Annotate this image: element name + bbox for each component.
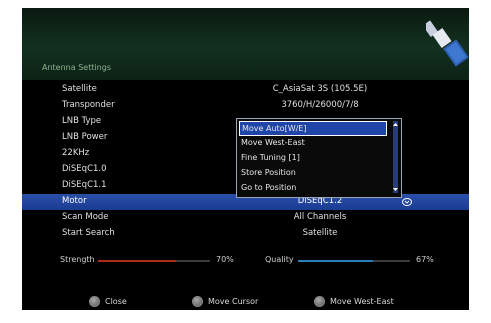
dropdown-arrow-icon[interactable] (402, 197, 412, 207)
page-title: Antenna Settings (42, 63, 111, 72)
row-value: All Channels (293, 212, 347, 222)
satellite-icon (426, 20, 469, 67)
scroll-up-icon[interactable] (392, 121, 399, 128)
row-scan-mode[interactable]: Scan Mode All Channels (22, 210, 469, 226)
close-hint[interactable]: Close (89, 296, 127, 307)
option-go-to-position[interactable]: Go to Position (239, 181, 385, 195)
row-value: Satellite (302, 228, 338, 238)
quality-percent: 67% (416, 255, 434, 264)
row-label: Scan Mode (62, 212, 109, 222)
exit-button-icon (89, 296, 100, 307)
row-satellite[interactable]: Satellite C_AsiaSat 3S (105.5E) (22, 82, 469, 98)
arrow-button-icon (314, 296, 325, 307)
option-store-position[interactable]: Store Position (239, 166, 385, 180)
row-label: 22KHz (62, 148, 90, 158)
option-move-west-east[interactable]: Move West-East (239, 136, 385, 150)
row-label: Transponder (62, 100, 115, 110)
move-west-east-hint[interactable]: Move West-East (314, 296, 394, 307)
close-hint-label: Close (105, 297, 127, 306)
strength-label: Strength (60, 255, 95, 264)
move-cursor-hint-label: Move Cursor (208, 297, 259, 306)
row-label: DiSEqC1.1 (62, 180, 107, 190)
row-label: LNB Type (62, 116, 102, 126)
row-label: Start Search (62, 228, 115, 238)
motor-options-dropdown[interactable]: Move Auto[W/E] Move West-East Fine Tunin… (236, 118, 402, 198)
scroll-down-icon[interactable] (392, 186, 399, 193)
move-cursor-hint[interactable]: Move Cursor (192, 296, 258, 307)
row-label: Satellite (62, 84, 97, 94)
tv-screen: Antenna Settings Satellite C_AsiaSat 3S … (22, 8, 469, 310)
footer-hints: Close Move Cursor Move West-East (22, 296, 469, 310)
strength-bar (98, 260, 210, 262)
row-label: LNB Power (62, 132, 108, 142)
row-transponder[interactable]: Transponder 3760/H/26000/7/8 (22, 98, 469, 114)
move-west-east-hint-label: Move West-East (330, 297, 394, 306)
strength-bar-fill (98, 260, 177, 262)
quality-bar-fill (298, 260, 374, 262)
row-label: Motor (62, 196, 87, 206)
row-value: C_AsiaSat 3S (105.5E) (272, 84, 368, 94)
option-fine-tuning[interactable]: Fine Tuning [1] (239, 151, 385, 165)
row-value: 3760/H/26000/7/8 (281, 100, 359, 110)
quality-label: Quality (265, 255, 294, 264)
quality-bar (298, 260, 410, 262)
option-move-auto[interactable]: Move Auto[W/E] (239, 121, 387, 136)
dropdown-scrollbar[interactable] (393, 121, 398, 193)
ok-button-icon (192, 296, 203, 307)
strength-percent: 70% (216, 255, 234, 264)
signal-meters: Strength 70% Quality 67% (22, 252, 469, 272)
row-label: DiSEqC1.0 (62, 164, 107, 174)
row-start-search[interactable]: Start Search Satellite (22, 226, 469, 242)
